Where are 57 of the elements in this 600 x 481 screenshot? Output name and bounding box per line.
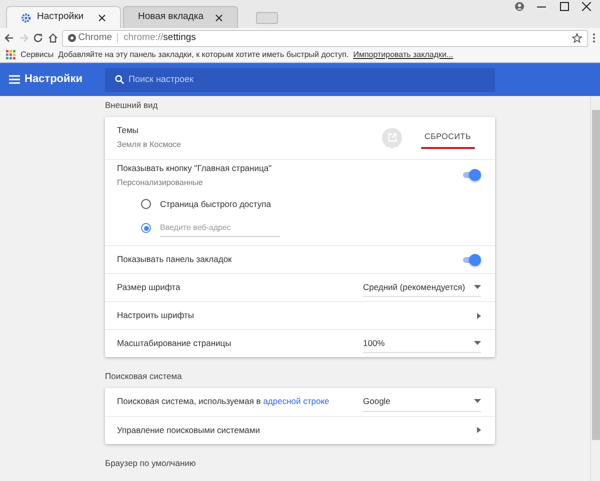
setting-description: Персонализированные: [117, 176, 204, 189]
section-title: Поисковая система: [105, 370, 183, 383]
setting-description: Земля в Космосе: [117, 139, 182, 152]
close-icon[interactable]: [582, 2, 591, 12]
reload-icon[interactable]: [33, 33, 43, 43]
maximize-icon[interactable]: [560, 2, 568, 12]
address-bar-link[interactable]: адресной строке: [263, 396, 330, 406]
site-info-icon[interactable]: [68, 34, 76, 42]
toggle-switch[interactable]: [461, 254, 481, 266]
section-title: Браузер по умолчанию: [105, 456, 197, 470]
toggle-switch[interactable]: [461, 169, 481, 182]
apps-icon[interactable]: [6, 50, 16, 60]
url-input-field[interactable]: Введите веб-адрес: [160, 220, 280, 236]
setting-label: Масштабирование страницы: [117, 337, 232, 350]
address-bar[interactable]: Chrome chrome://settings: [62, 30, 588, 46]
browser-tab[interactable]: Настройки: [6, 6, 121, 28]
close-icon[interactable]: [215, 14, 223, 22]
star-icon[interactable]: [572, 33, 582, 43]
scrollbar[interactable]: [590, 96, 600, 481]
back-icon[interactable]: [4, 33, 14, 43]
import-bookmarks-link[interactable]: Импортировать закладки...: [353, 49, 454, 61]
search-field[interactable]: Поиск настроек: [105, 68, 495, 92]
scheme-label: Chrome: [78, 30, 112, 45]
setting-label: Настроить шрифты: [117, 309, 195, 322]
search-icon: [115, 75, 124, 84]
dropdown-arrow-icon: [474, 399, 481, 404]
close-icon[interactable]: [98, 14, 106, 22]
menu-icon[interactable]: [592, 33, 596, 43]
setting-label: Управление поисковыми системами: [117, 424, 261, 437]
dropdown[interactable]: Google: [363, 392, 481, 412]
setting-label: Темы: [117, 124, 140, 138]
radio-label[interactable]: Страница быстрого доступа: [160, 198, 271, 210]
dropdown-arrow-icon: [474, 341, 481, 345]
setting-label: Показывать панель закладок: [117, 253, 233, 266]
radio-button[interactable]: [141, 199, 151, 209]
dropdown-arrow-icon: [474, 285, 481, 289]
browser-tab[interactable]: Новая вкладка: [123, 6, 238, 28]
gear-icon: [21, 12, 31, 22]
section-title: Внешний вид: [105, 99, 159, 112]
page-title: Настройки: [24, 72, 83, 88]
highlight-underline: [420, 146, 475, 149]
dropdown[interactable]: Средний (рекомендуется): [363, 278, 481, 298]
radio-button[interactable]: [141, 223, 151, 233]
setting-label: Поисковая система, используемая в адресной строке: [117, 395, 330, 408]
account-icon[interactable]: [514, 2, 524, 12]
dropdown[interactable]: 100%: [363, 334, 481, 354]
home-icon[interactable]: [48, 33, 58, 43]
apps-link[interactable]: Сервисы: [20, 49, 54, 61]
chevron-right-icon[interactable]: [477, 312, 481, 318]
chevron-right-icon[interactable]: [477, 427, 481, 434]
external-link-icon: [388, 133, 397, 142]
bookmarks-hint: Добавляйте на эту панель закладки, к которым хотите иметь быстрый доступ.: [58, 49, 349, 61]
setting-label: Показывать кнопку "Главная страница": [117, 162, 273, 175]
menu-icon[interactable]: [9, 75, 20, 84]
reset-button[interactable]: СБРОСИТЬ: [414, 126, 481, 147]
setting-label: Размер шрифта: [117, 281, 182, 294]
url-text: chrome://settings: [124, 30, 196, 45]
